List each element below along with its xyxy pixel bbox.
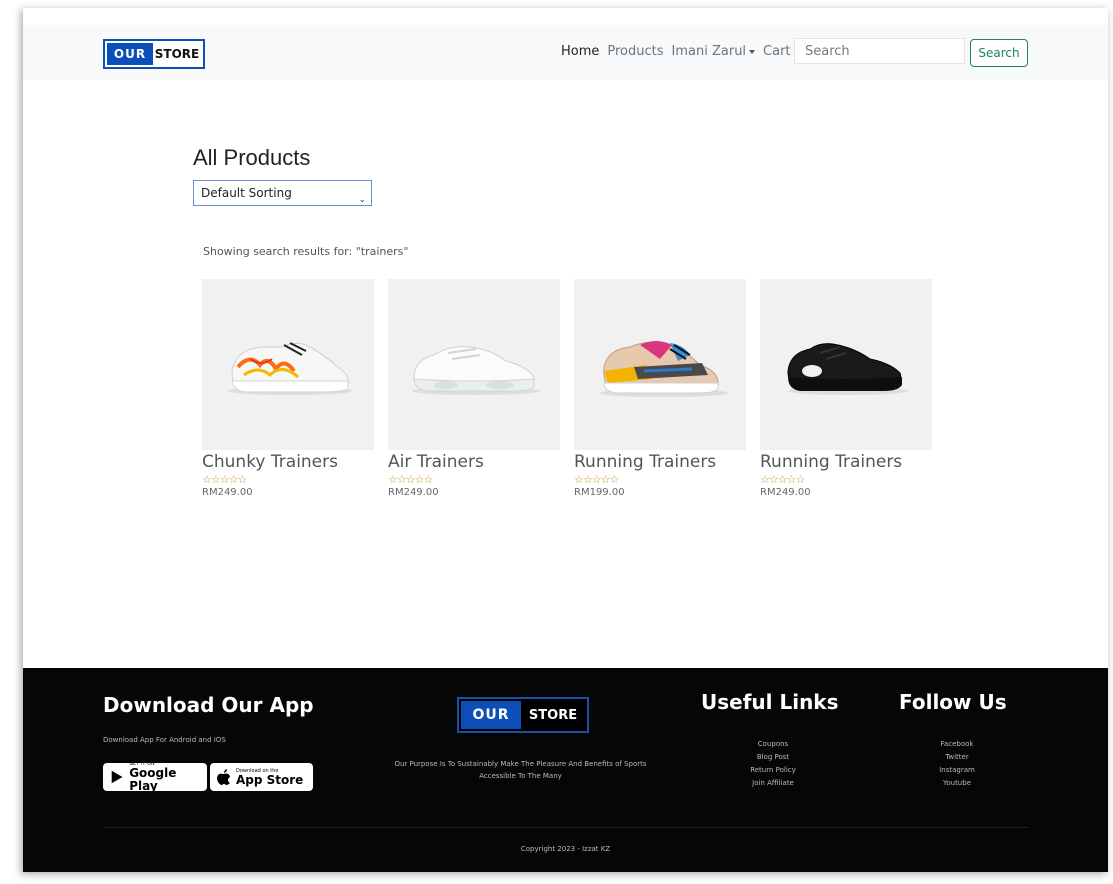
product-name[interactable]: Air Trainers (388, 452, 560, 472)
footer-purpose-text: Our Purpose Is To Sustainably Make The P… (394, 760, 647, 780)
nav-products[interactable]: Products (607, 44, 663, 59)
google-play-big-text: Google Play (129, 766, 177, 793)
star-rating-icon: ☆☆☆☆☆ (760, 473, 805, 486)
sort-select[interactable]: Default Sorting ⌄ (193, 180, 372, 206)
footer-logo-store: STORE (521, 701, 585, 729)
footer-link-join-affiliate[interactable]: Join Affiliate (723, 777, 823, 790)
navbar: OUR STORE Home Products Imani Zarul Cart… (23, 25, 1108, 80)
page-title: All Products (193, 145, 311, 170)
product-price: RM249.00 (202, 487, 253, 498)
star-rating-icon: ☆☆☆☆☆ (574, 473, 619, 486)
product-price: RM199.00 (574, 487, 625, 498)
logo-store: STORE (154, 47, 200, 61)
white-orange-graffiti-sneaker-icon (202, 279, 374, 450)
footer-link-twitter[interactable]: Twitter (907, 751, 1007, 764)
page-frame: OUR STORE Home Products Imani Zarul Cart… (23, 8, 1108, 872)
search-results-text: Showing search results for: "trainers" (203, 245, 409, 258)
star-rating-icon: ☆☆☆☆☆ (388, 473, 433, 486)
social-links-list: Facebook Twitter Instagram Youtube (907, 738, 1007, 790)
footer-app-title: Download Our App (103, 693, 314, 717)
app-store-big-text: App Store (236, 772, 304, 787)
brand-logo[interactable]: OUR STORE (103, 39, 205, 69)
multicolor-running-sneaker-icon (574, 279, 746, 450)
product-name[interactable]: Chunky Trainers (202, 452, 374, 472)
app-store-button[interactable]: Download on the App Store (210, 763, 313, 791)
footer-logo-our: OUR (461, 701, 521, 729)
star-rating-icon: ☆☆☆☆☆ (202, 473, 247, 486)
product-card[interactable]: Running Trainers ☆☆☆☆☆ RM199.00 (574, 279, 746, 498)
footer-divider (103, 827, 1028, 828)
footer-copyright: Copyright 2023 - Izzat KZ (520, 845, 611, 853)
product-name[interactable]: Running Trainers (760, 452, 932, 472)
footer-link-coupons[interactable]: Coupons (723, 738, 823, 751)
footer-app-subtitle: Download App For Android and IOS (103, 736, 226, 744)
follow-us-title: Follow Us (899, 690, 1007, 714)
footer-link-return-policy[interactable]: Return Policy (723, 764, 823, 777)
chevron-down-icon: ⌄ (358, 195, 366, 205)
black-running-sneaker-icon (760, 279, 932, 450)
nav-user-label: Imani Zarul (671, 44, 747, 59)
apple-icon (217, 769, 230, 785)
useful-links-title: Useful Links (701, 690, 839, 714)
nav-home[interactable]: Home (561, 44, 599, 59)
nav-links: Home Products Imani Zarul Cart (561, 44, 791, 59)
product-card[interactable]: Chunky Trainers ☆☆☆☆☆ RM249.00 (202, 279, 374, 498)
google-play-button[interactable]: GET IT ON Google Play (103, 761, 207, 793)
footer-link-youtube[interactable]: Youtube (907, 777, 1007, 790)
logo-our: OUR (107, 43, 153, 65)
product-image[interactable] (760, 279, 932, 450)
footer-link-blog-post[interactable]: Blog Post (723, 751, 823, 764)
nav-cart[interactable]: Cart (763, 44, 791, 59)
caret-down-icon (749, 49, 756, 54)
product-name[interactable]: Running Trainers (574, 452, 746, 472)
product-price: RM249.00 (388, 487, 439, 498)
product-card[interactable]: Running Trainers ☆☆☆☆☆ RM249.00 (760, 279, 932, 498)
product-image[interactable] (388, 279, 560, 450)
footer: Download Our App Download App For Androi… (23, 668, 1108, 872)
useful-links-list: Coupons Blog Post Return Policy Join Aff… (723, 738, 823, 790)
product-price: RM249.00 (760, 487, 811, 498)
footer-logo[interactable]: OUR STORE (457, 697, 589, 733)
product-image[interactable] (574, 279, 746, 450)
product-card[interactable]: Air Trainers ☆☆☆☆☆ RM249.00 (388, 279, 560, 498)
white-air-sneaker-icon (388, 279, 560, 450)
footer-link-facebook[interactable]: Facebook (907, 738, 1007, 751)
search-input[interactable] (794, 38, 965, 64)
product-image[interactable] (202, 279, 374, 450)
search-button[interactable]: Search (970, 39, 1028, 67)
sort-selected-value: Default Sorting (201, 186, 292, 200)
footer-link-instagram[interactable]: Instagram (907, 764, 1007, 777)
nav-user-dropdown[interactable]: Imani Zarul (672, 44, 756, 59)
google-play-icon (111, 770, 123, 784)
